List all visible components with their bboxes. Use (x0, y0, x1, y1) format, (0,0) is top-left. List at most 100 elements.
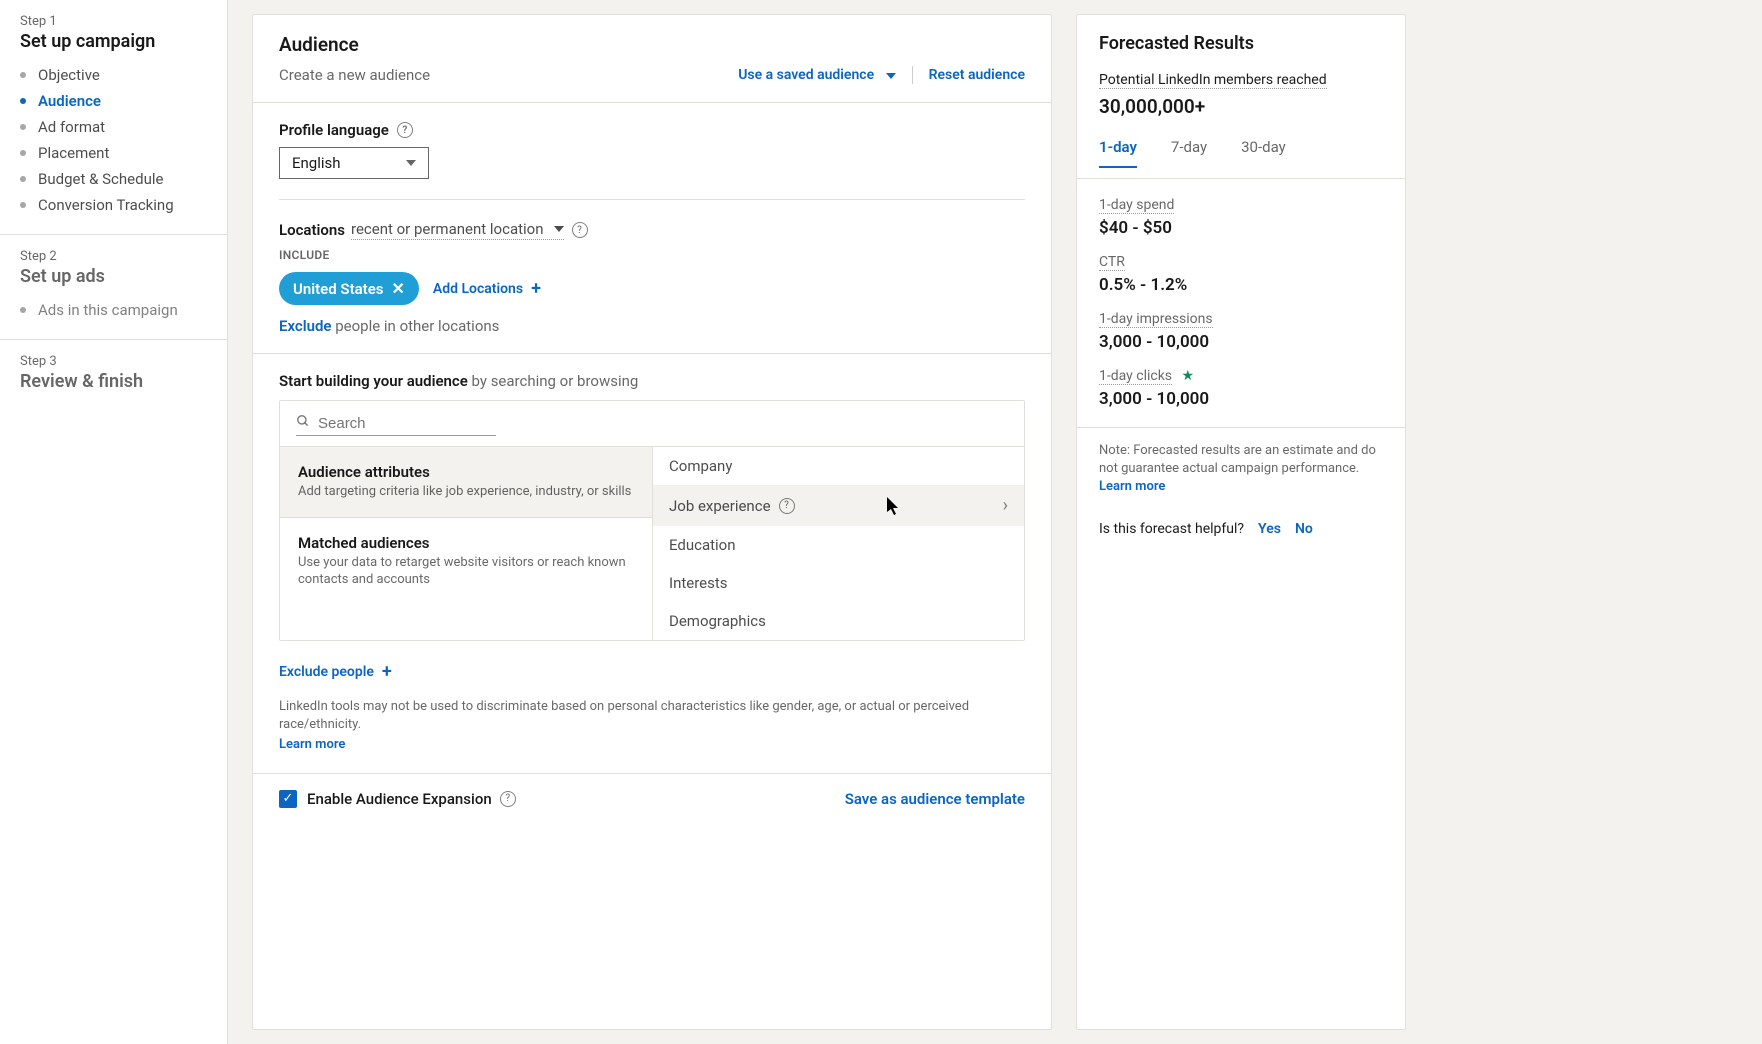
plus-icon: + (531, 278, 541, 299)
location-chip-us[interactable]: United States ✕ (279, 272, 419, 305)
attributes-title: Audience attributes (298, 463, 634, 481)
forecast-note-text: Note: Forecasted results are an estimate… (1099, 443, 1376, 476)
metric-clicks-value: 3,000 - 10,000 (1099, 389, 1383, 409)
attribute-label: Demographics (669, 612, 766, 630)
step2-items: Ads in this campaign (20, 297, 207, 323)
matched-title: Matched audiences (298, 534, 634, 552)
include-label: INCLUDE (279, 248, 1025, 262)
expansion-label: Enable Audience Expansion (307, 790, 492, 808)
metric-ctr-label: CTR (1099, 254, 1125, 271)
expansion-checkbox[interactable]: ✓ (279, 790, 297, 808)
forecast-no[interactable]: No (1295, 521, 1313, 537)
exclude-rest-text: people in other locations (332, 317, 500, 335)
forecast-yes[interactable]: Yes (1258, 521, 1281, 537)
exclude-locations-line: Exclude people in other locations (279, 317, 1025, 335)
forecast-helpful-label: Is this forecast helpful? (1099, 521, 1244, 537)
matched-audiences-tab[interactable]: Matched audiences Use your data to retar… (280, 517, 652, 605)
build-title-rest: by searching or browsing (468, 372, 639, 390)
help-icon[interactable]: ? (500, 791, 516, 807)
forecast-title: Forecasted Results (1099, 33, 1383, 54)
reset-audience-link[interactable]: Reset audience (929, 67, 1025, 83)
metric-ctr-value: 0.5% - 1.2% (1099, 275, 1383, 295)
sidebar-item-audience[interactable]: Audience (20, 88, 207, 114)
sidebar-item-conversion[interactable]: Conversion Tracking (20, 192, 207, 218)
attribute-label: Company (669, 457, 732, 475)
location-chip-text: United States (293, 280, 383, 298)
locations-label: Locations (279, 221, 345, 239)
step2-label: Step 2 (20, 249, 207, 264)
audience-attributes-tab[interactable]: Audience attributes Add targeting criter… (280, 447, 652, 517)
remove-chip-icon[interactable]: ✕ (391, 279, 404, 298)
step1-items: Objective Audience Ad format Placement B… (20, 62, 207, 218)
search-input-wrapper[interactable] (296, 411, 496, 436)
chevron-down-icon (886, 73, 896, 79)
forecast-learn-more[interactable]: Learn more (1099, 479, 1165, 494)
step2-block: Step 2 Set up ads Ads in this campaign (0, 235, 227, 340)
chevron-down-icon (406, 160, 416, 166)
tab-7day[interactable]: 7-day (1171, 138, 1207, 168)
star-icon: ★ (1182, 368, 1195, 384)
divider (279, 199, 1025, 200)
attribute-interests[interactable]: Interests (653, 564, 1024, 602)
chevron-right-icon: › (1003, 495, 1008, 516)
use-saved-audience-link[interactable]: Use a saved audience (738, 67, 895, 83)
step1-title: Set up campaign (20, 31, 207, 52)
step3-title: Review & finish (20, 371, 207, 392)
plus-icon: + (382, 661, 392, 682)
profile-language-select[interactable]: English (279, 147, 429, 179)
help-icon[interactable]: ? (779, 498, 795, 514)
browse-panel: Audience attributes Add targeting criter… (279, 400, 1025, 641)
metric-impressions-value: 3,000 - 10,000 (1099, 332, 1383, 352)
save-template-link[interactable]: Save as audience template (845, 790, 1025, 808)
cursor-icon (887, 497, 901, 517)
tab-1day[interactable]: 1-day (1099, 138, 1137, 168)
add-locations-link[interactable]: Add Locations + (433, 278, 541, 299)
profile-language-value: English (292, 154, 341, 172)
profile-language-text: Profile language (279, 121, 389, 139)
add-locations-text: Add Locations (433, 281, 523, 297)
disclaimer-text: LinkedIn tools may not be used to discri… (279, 699, 969, 732)
exclude-locations-link[interactable]: Exclude (279, 317, 332, 335)
reach-value: 30,000,000+ (1099, 95, 1383, 118)
attribute-label: Interests (669, 574, 728, 592)
step3-label: Step 3 (20, 354, 207, 369)
metric-spend-value: $40 - $50 (1099, 218, 1383, 238)
sidebar-item-ad-format[interactable]: Ad format (20, 114, 207, 140)
sidebar-item-ads[interactable]: Ads in this campaign (20, 297, 207, 323)
disclaimer-learn-more[interactable]: Learn more (279, 736, 1025, 754)
exclude-people-link[interactable]: Exclude people + (279, 661, 392, 682)
metric-spend-label: 1-day spend (1099, 197, 1174, 214)
sidebar-item-budget[interactable]: Budget & Schedule (20, 166, 207, 192)
sidebar-item-objective[interactable]: Objective (20, 62, 207, 88)
create-audience-label: Create a new audience (279, 66, 430, 84)
tab-30day[interactable]: 30-day (1241, 138, 1286, 168)
forecast-card: Forecasted Results Potential LinkedIn me… (1076, 14, 1406, 1030)
help-icon[interactable]: ? (572, 222, 588, 238)
exclude-people-text: Exclude people (279, 664, 374, 680)
disclaimer: LinkedIn tools may not be used to discri… (279, 698, 1025, 755)
step1-label: Step 1 (20, 14, 207, 29)
step1-block: Step 1 Set up campaign Objective Audienc… (0, 0, 227, 235)
attribute-job-experience[interactable]: Job experience ? › (653, 485, 1024, 526)
audience-search-input[interactable] (318, 415, 496, 432)
profile-language-label: Profile language ? (279, 121, 1025, 139)
matched-desc: Use your data to retarget website visito… (298, 555, 634, 589)
divider (912, 66, 913, 84)
locations-mode-text: recent or permanent location (351, 220, 544, 238)
attribute-label: Education (669, 536, 736, 554)
search-icon (296, 414, 310, 432)
use-saved-audience-text: Use a saved audience (738, 67, 874, 83)
build-audience-title: Start building your audience by searchin… (279, 372, 1025, 390)
attribute-company[interactable]: Company (653, 447, 1024, 485)
chevron-down-icon (554, 226, 564, 232)
attribute-education[interactable]: Education (653, 526, 1024, 564)
sidebar-item-placement[interactable]: Placement (20, 140, 207, 166)
locations-mode-select[interactable]: recent or permanent location (351, 220, 564, 240)
sidebar: Step 1 Set up campaign Objective Audienc… (0, 0, 228, 1044)
help-icon[interactable]: ? (397, 122, 413, 138)
attributes-desc: Add targeting criteria like job experien… (298, 484, 634, 501)
audience-title: Audience (279, 33, 1025, 56)
step2-title: Set up ads (20, 266, 207, 287)
step3-block: Step 3 Review & finish (0, 340, 227, 408)
attribute-demographics[interactable]: Demographics (653, 602, 1024, 640)
